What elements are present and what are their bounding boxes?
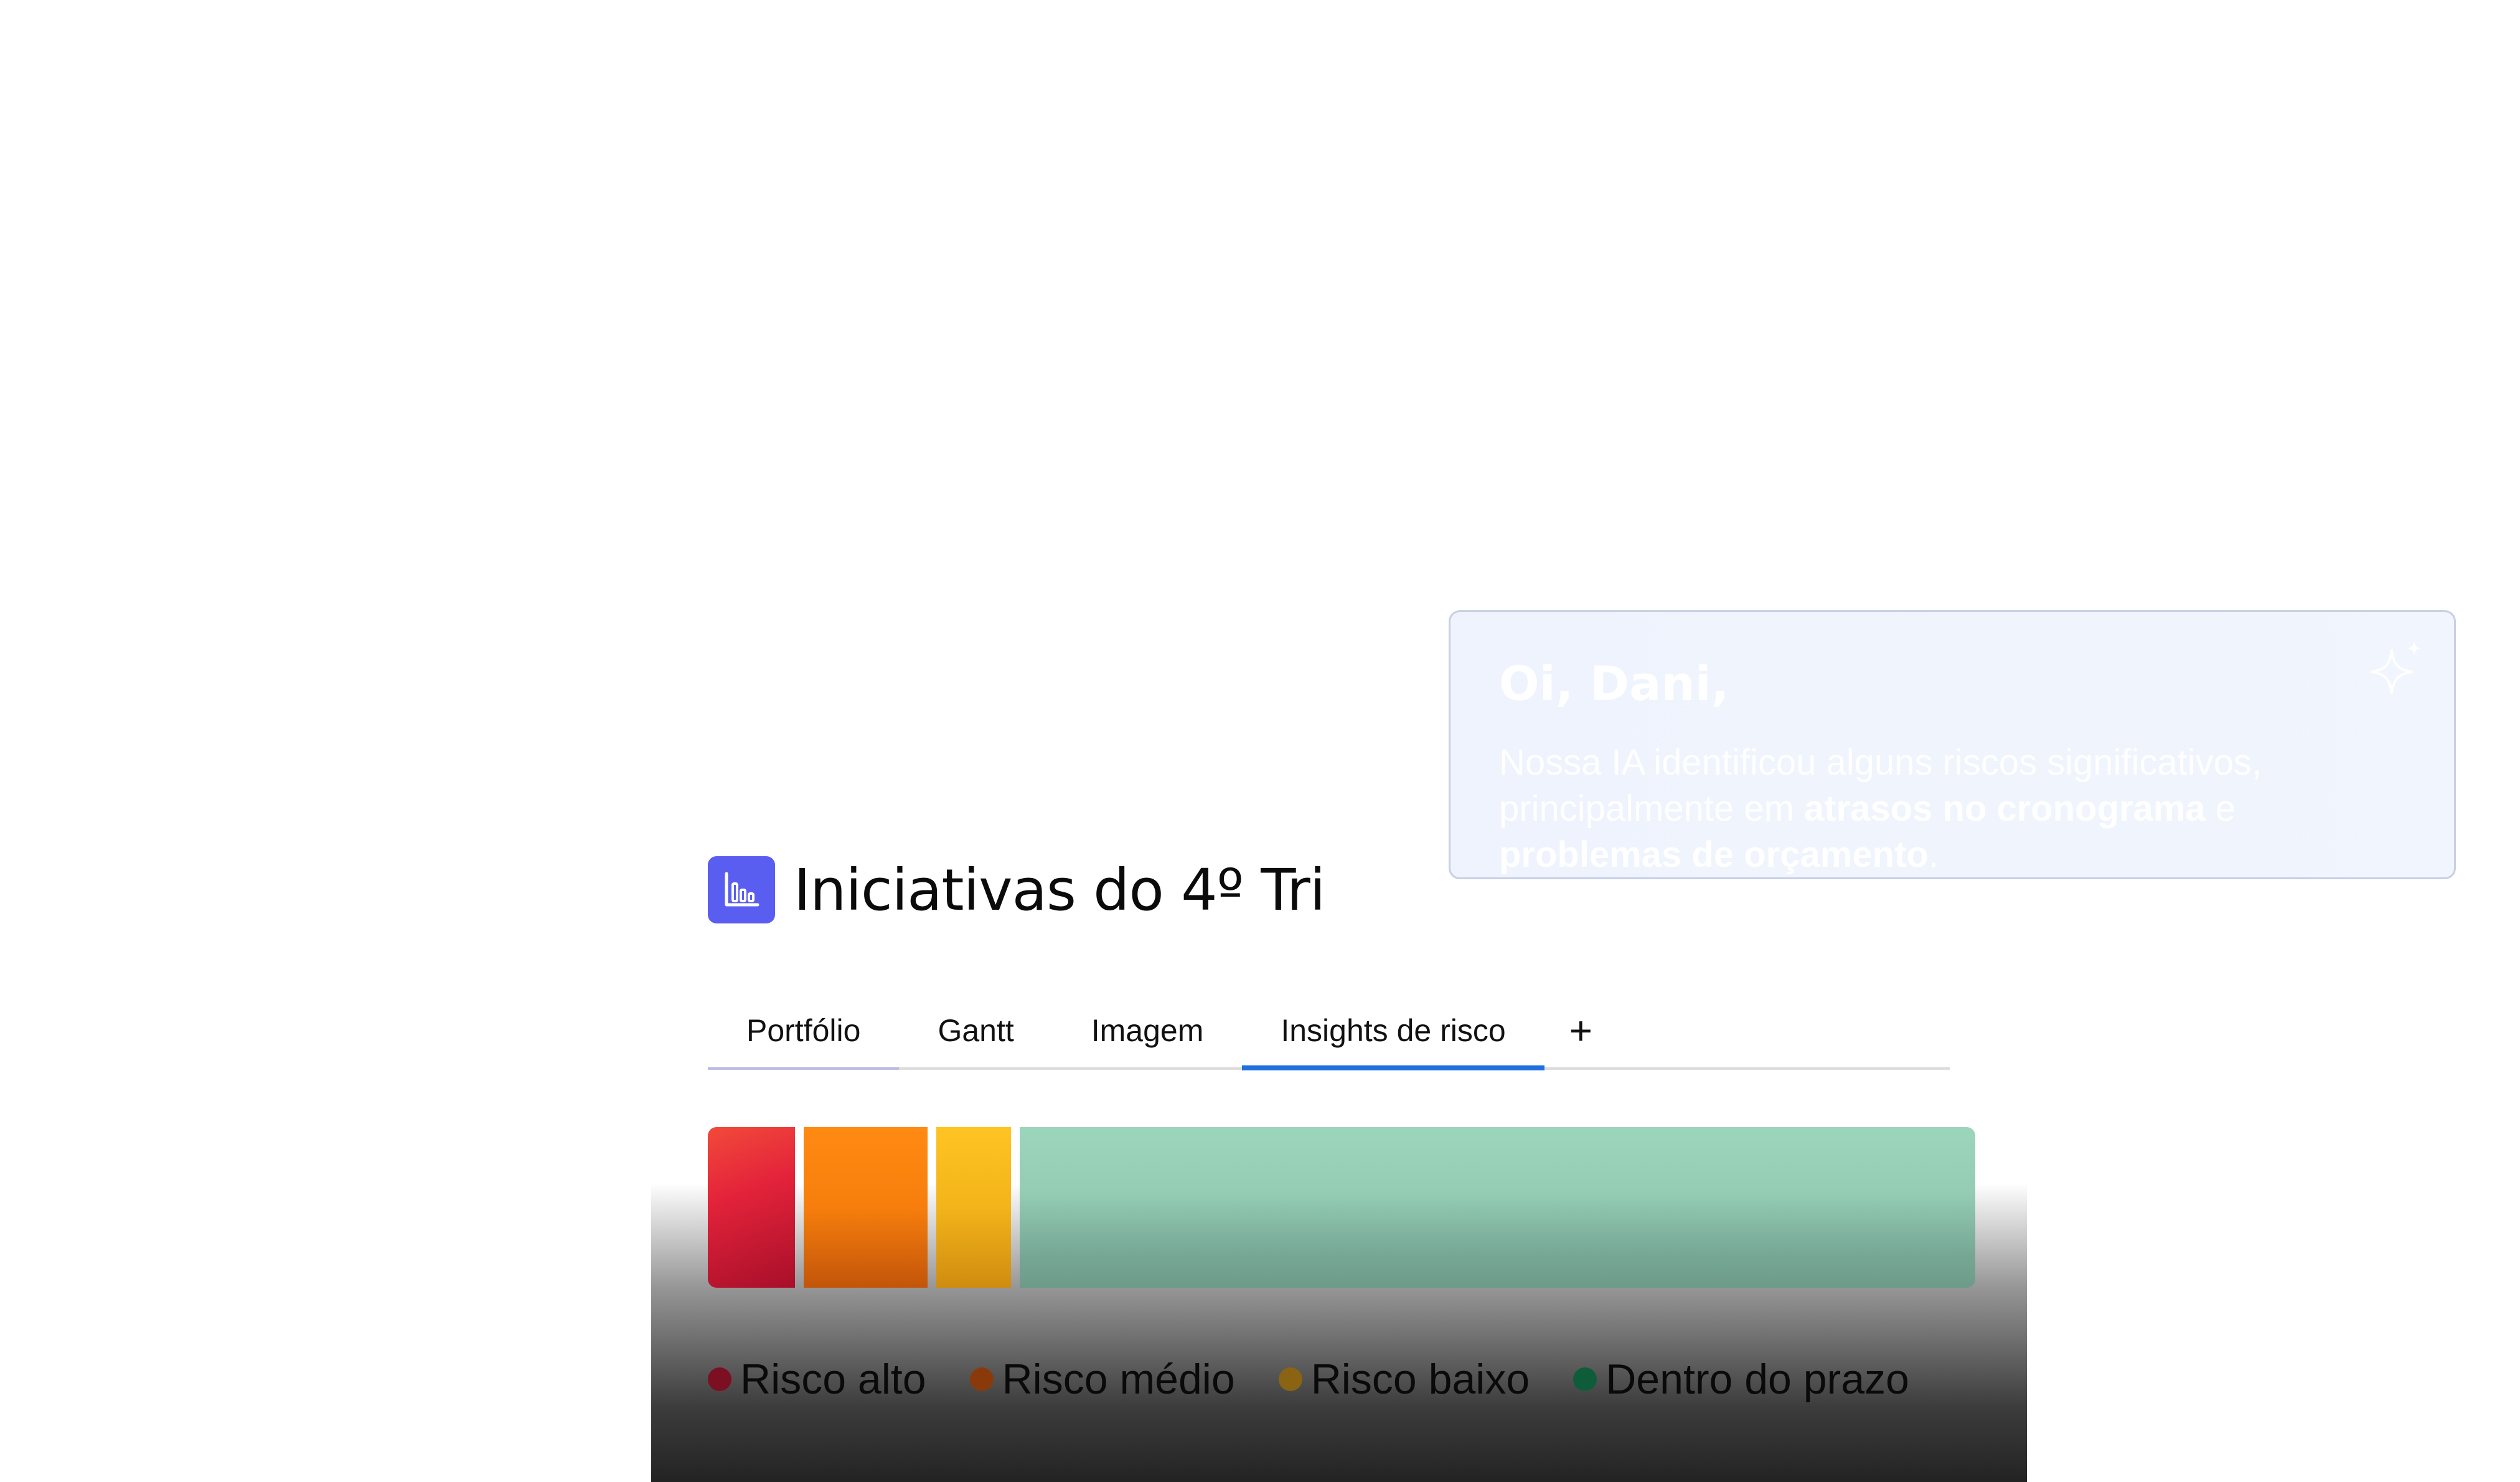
tab-insights-de-risco[interactable]: Insights de risco [1242, 994, 1544, 1070]
tab-gantt[interactable]: Gantt [899, 994, 1052, 1067]
risk-segment-low[interactable] [936, 1127, 1011, 1288]
ai-message-highlight: atrasos no cronograma [1804, 788, 2206, 829]
ai-insight-card[interactable]: Oi, Dani, Nossa IA identificou alguns ri… [1449, 610, 2456, 879]
legend-item-on-track: Dentro do prazo [1573, 1355, 1909, 1404]
tab-portfolio[interactable]: Portfólio [708, 994, 900, 1070]
risk-segment-medium[interactable] [804, 1127, 928, 1288]
legend-label: Risco alto [740, 1356, 926, 1403]
legend-dot [969, 1367, 994, 1391]
ai-message: Nossa IA identificou alguns riscos signi… [1499, 740, 2402, 877]
legend-label: Risco baixo [1310, 1356, 1530, 1403]
tab-label: Gantt [938, 1013, 1014, 1048]
ai-message-highlight: problemas de orçamento [1499, 834, 1929, 875]
tab-label: Insights de risco [1281, 1013, 1506, 1048]
sparkle-icon [2367, 637, 2429, 699]
page-title: Iniciativas do 4º Tri [794, 856, 1325, 923]
legend-label: Dentro do prazo [1606, 1356, 1909, 1403]
legend-dot [1278, 1367, 1302, 1391]
legend-item-high: Risco alto [708, 1355, 926, 1404]
legend-item-low: Risco baixo [1278, 1355, 1530, 1404]
bar-chart-icon [708, 856, 775, 923]
risk-segment-on-track[interactable] [1020, 1127, 1975, 1288]
page-header: Iniciativas do 4º Tri [708, 856, 1325, 924]
risk-segment-high[interactable] [708, 1127, 795, 1288]
risk-distribution-bar [708, 1127, 1975, 1288]
tab-imagem[interactable]: Imagem [1053, 994, 1243, 1067]
legend-label: Risco médio [1002, 1356, 1235, 1403]
add-tab-button[interactable]: + [1544, 994, 1617, 1067]
ai-greeting: Oi, Dani, [1499, 656, 1729, 711]
ai-message-text: e [2205, 788, 2236, 829]
plus-icon: + [1569, 1008, 1593, 1053]
view-tabs: Portfólio Gantt Imagem Insights de risco… [708, 994, 1950, 1070]
legend-dot [708, 1367, 731, 1391]
risk-legend: Risco alto Risco médio Risco baixo Dentr… [708, 1351, 1909, 1407]
legend-item-medium: Risco médio [969, 1355, 1235, 1404]
tab-label: Portfólio [746, 1013, 861, 1048]
ai-message-text: . [1928, 834, 1939, 875]
tab-label: Imagem [1091, 1013, 1204, 1048]
legend-dot [1573, 1367, 1597, 1391]
